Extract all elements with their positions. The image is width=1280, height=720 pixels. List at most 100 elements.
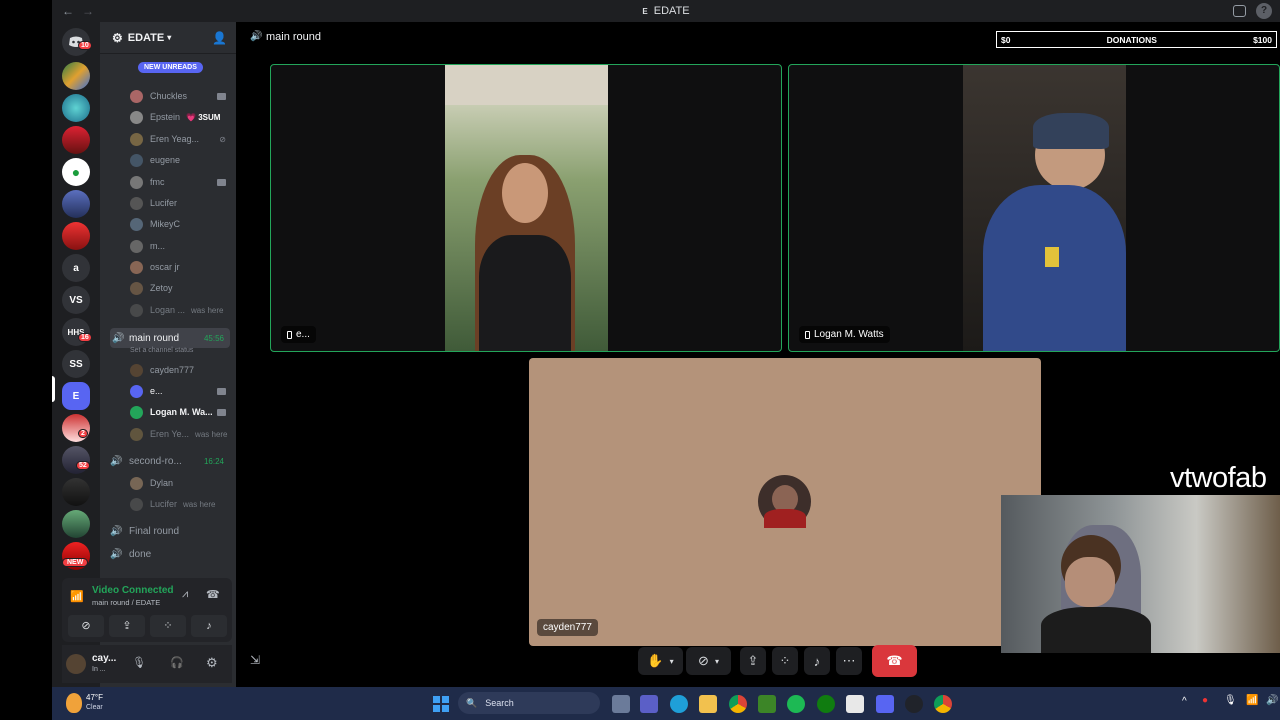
- video-tile[interactable]: e...: [270, 64, 782, 352]
- camera-toggle-button[interactable]: ⊘ ▾: [686, 647, 731, 675]
- voice-user[interactable]: Zetoy: [130, 279, 230, 297]
- soundboard-button[interactable]: ♪: [804, 647, 830, 675]
- activities-button[interactable]: ⁘: [772, 647, 798, 675]
- chevron-down-icon: ▾: [669, 656, 674, 666]
- server-icon-1[interactable]: [62, 62, 90, 90]
- avatar: [130, 89, 143, 103]
- user-status: In ...: [92, 666, 106, 673]
- server-vs[interactable]: VS: [62, 286, 90, 314]
- inbox-icon[interactable]: [1233, 5, 1246, 17]
- server-a[interactable]: a: [62, 254, 90, 282]
- channel-second-round[interactable]: 🔊 second-ro... 16:24: [110, 452, 230, 470]
- discord-icon[interactable]: [876, 695, 894, 713]
- selected-pill: [52, 376, 55, 402]
- new-unreads-pill[interactable]: NEW UNREADS: [138, 62, 203, 73]
- channel-final-round[interactable]: 🔊 Final round: [110, 522, 230, 540]
- voice-user[interactable]: oscar jr: [130, 258, 230, 276]
- soundboard-button[interactable]: ♪: [191, 615, 227, 637]
- voice-user[interactable]: fmc: [130, 173, 230, 191]
- screen-share-button[interactable]: ⇪: [740, 647, 766, 675]
- soundboard-icon: ♪: [813, 653, 821, 669]
- channel-status[interactable]: Set a channel status: [130, 347, 193, 354]
- mention-badge: 10: [78, 41, 92, 50]
- back-arrow-icon[interactable]: ←: [62, 4, 74, 18]
- github-icon[interactable]: [905, 695, 923, 713]
- headphones-icon[interactable]: 🎧: [170, 656, 184, 669]
- signal-icon[interactable]: 📶: [70, 590, 84, 603]
- avatar[interactable]: [66, 654, 86, 674]
- server-icon-9[interactable]: [62, 478, 90, 506]
- edge-icon[interactable]: [670, 695, 688, 713]
- avatar: [130, 132, 143, 146]
- camera-off-icon: ⊘: [81, 620, 91, 632]
- windows-taskbar: 47°F Clear 🔍 Search ^ ● 🎙 📶 🔊: [52, 687, 1280, 720]
- wifi-icon[interactable]: 📶: [1246, 695, 1258, 706]
- weather-condition: Clear: [86, 704, 103, 711]
- more-icon: ⋯: [842, 653, 856, 668]
- volume-icon[interactable]: 🔊: [1266, 695, 1278, 706]
- minecraft-icon[interactable]: [758, 695, 776, 713]
- tray-app-icon[interactable]: ●: [1202, 695, 1208, 706]
- voice-user[interactable]: Epstein 💗 3SUM: [130, 108, 230, 126]
- voice-user[interactable]: Chuckles: [130, 87, 230, 105]
- pop-out-icon[interactable]: ⇲: [250, 653, 260, 667]
- tray-chevron-icon[interactable]: ^: [1182, 696, 1187, 707]
- server-ss[interactable]: SS: [62, 350, 90, 378]
- server-icon-3[interactable]: [62, 126, 90, 154]
- more-options-button[interactable]: ⋯: [836, 647, 862, 675]
- microphone-icon[interactable]: 🎙: [1224, 695, 1237, 706]
- chrome-icon[interactable]: [934, 695, 952, 713]
- voice-user[interactable]: m...: [130, 237, 230, 255]
- voice-user-past[interactable]: Lucifer was here: [130, 495, 230, 513]
- xbox-icon[interactable]: [817, 695, 835, 713]
- windows-start-icon[interactable]: [433, 696, 449, 712]
- video-feed-clothing: [479, 235, 571, 351]
- voice-user-past[interactable]: Logan ... was here: [130, 301, 230, 319]
- weather-icon[interactable]: [66, 693, 82, 713]
- help-icon[interactable]: ?: [1256, 3, 1272, 19]
- screen-share-button[interactable]: ⇪: [109, 615, 145, 637]
- forward-arrow-icon[interactable]: →: [82, 4, 94, 18]
- server-icon-2[interactable]: [62, 94, 90, 122]
- camera-off-button[interactable]: ⊘: [68, 615, 104, 637]
- voice-user[interactable]: cayden777: [130, 361, 230, 379]
- channel-main-round[interactable]: 🔊 main round 45:56: [110, 328, 230, 348]
- teams-icon[interactable]: [640, 695, 658, 713]
- server-icon-4[interactable]: ●: [62, 158, 90, 186]
- voice-user[interactable]: MikeyC: [130, 215, 230, 233]
- chrome-icon[interactable]: [729, 695, 747, 713]
- server-icon-6[interactable]: [62, 222, 90, 250]
- taskbar-search[interactable]: 🔍 Search: [458, 692, 600, 714]
- voice-user[interactable]: eugene: [130, 151, 230, 169]
- server-header[interactable]: ⚙ EDATE ▾ 👤: [100, 22, 236, 54]
- voice-user[interactable]: Lucifer: [130, 194, 230, 212]
- voice-location[interactable]: main round / EDATE: [92, 598, 160, 607]
- camera-icon: [217, 387, 226, 395]
- video-tile[interactable]: Logan M. Watts: [788, 64, 1280, 352]
- file-explorer-icon[interactable]: [699, 695, 717, 713]
- voice-user[interactable]: Eren Yeag... ⊘: [130, 130, 230, 148]
- server-icon-7[interactable]: [62, 414, 90, 442]
- settings-gear-icon[interactable]: ⚙: [206, 655, 218, 671]
- store-icon[interactable]: [846, 695, 864, 713]
- activities-button[interactable]: ⁘: [150, 615, 186, 637]
- server-edate[interactable]: E: [62, 382, 90, 410]
- disconnect-call-button[interactable]: ☎: [872, 645, 917, 677]
- server-icon-10[interactable]: [62, 510, 90, 538]
- voice-user-past[interactable]: Eren Ye... was here: [130, 425, 230, 443]
- voice-user[interactable]: Dylan: [130, 474, 230, 492]
- video-feed: [445, 65, 608, 351]
- raise-hand-button[interactable]: ✋ ▾: [638, 647, 683, 675]
- invite-icon[interactable]: 👤: [212, 31, 227, 45]
- voice-user[interactable]: Logan M. Wa...: [130, 403, 230, 421]
- server-icon-5[interactable]: [62, 190, 90, 218]
- microphone-icon[interactable]: 🎙: [132, 656, 146, 669]
- donation-bar: $0 DONATIONS $100: [996, 31, 1277, 48]
- phone-icon: [805, 330, 810, 339]
- noise-suppression-icon[interactable]: ⩘: [182, 588, 188, 601]
- voice-user[interactable]: e...: [130, 382, 230, 400]
- channel-done[interactable]: 🔊 done: [110, 545, 230, 563]
- task-view-icon[interactable]: [612, 695, 630, 713]
- disconnect-icon[interactable]: ☎: [206, 588, 220, 601]
- spotify-icon[interactable]: [787, 695, 805, 713]
